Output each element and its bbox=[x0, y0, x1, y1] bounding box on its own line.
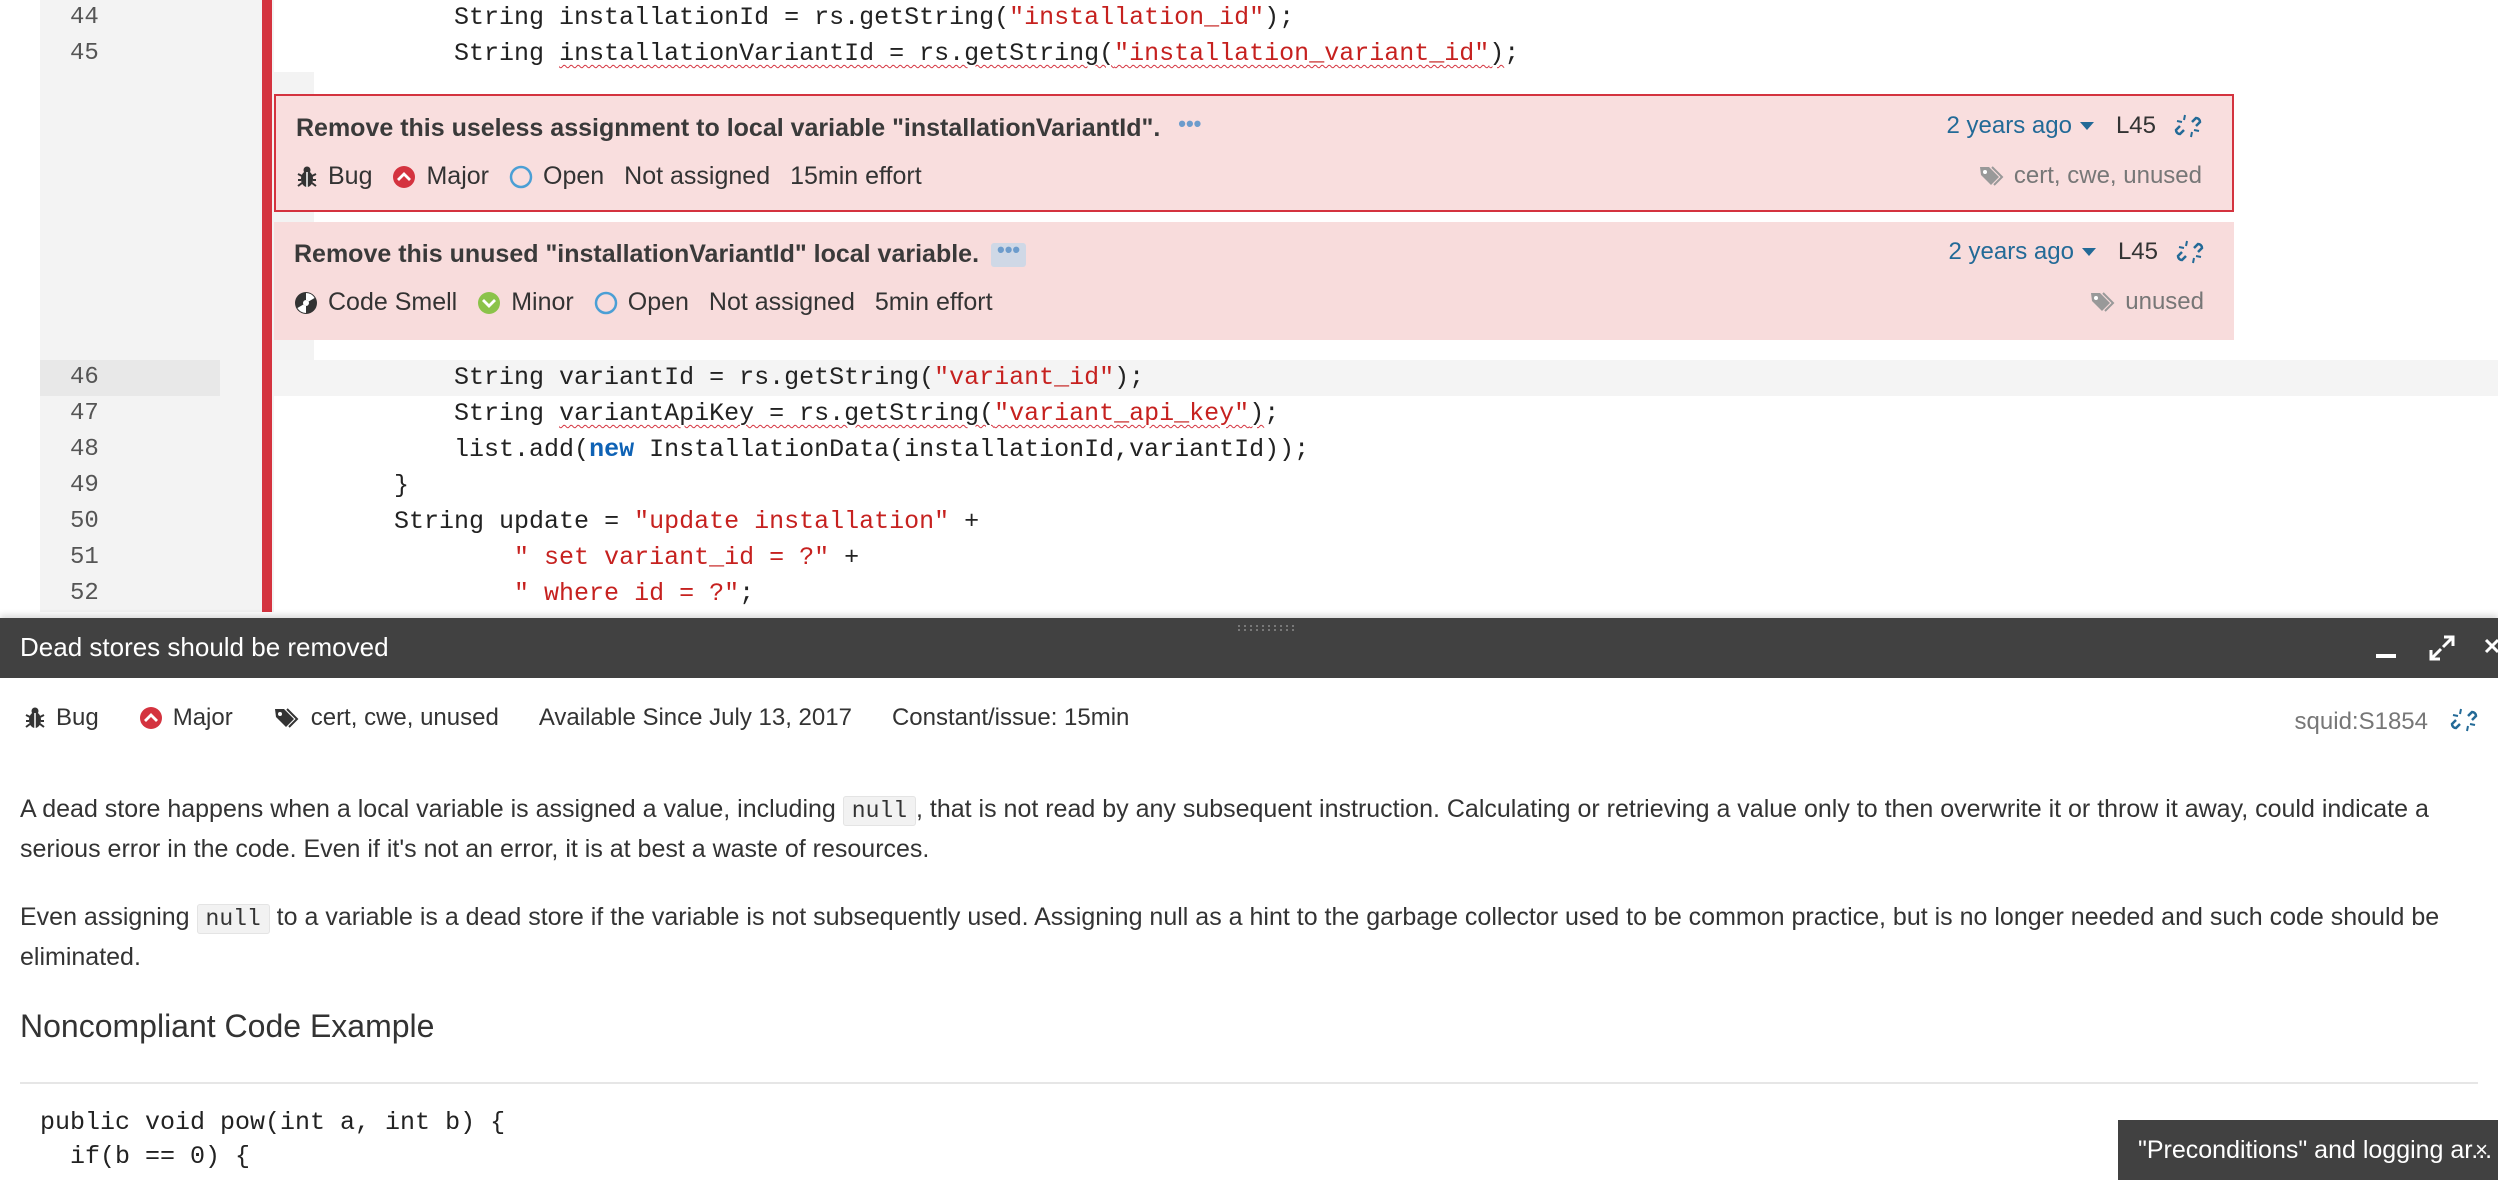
panel-title: Dead stores should be removed bbox=[20, 632, 389, 662]
issue-line-ref: L45 bbox=[2117, 238, 2158, 265]
issue-line-ref: L45 bbox=[2115, 112, 2156, 139]
toast-close-icon[interactable]: × bbox=[2475, 1120, 2488, 1180]
code-text: " where id = ?"; bbox=[274, 576, 2498, 612]
major-severity-icon bbox=[393, 165, 416, 188]
issue-severity[interactable]: Minor bbox=[477, 288, 574, 317]
issue-meta: Bug Major Open Not assigned 15min effort bbox=[296, 162, 942, 191]
panel-header: Dead stores should be removed bbox=[0, 618, 2498, 678]
issue-severity[interactable]: Major bbox=[392, 162, 489, 191]
code-text: " set variant_id = ?" + bbox=[274, 540, 2498, 576]
issue-assignee[interactable]: Not assigned bbox=[624, 162, 770, 191]
link-icon[interactable] bbox=[2450, 706, 2478, 734]
issue-age-dropdown[interactable]: 2 years ago bbox=[1949, 238, 2096, 266]
issue-effort[interactable]: 5min effort bbox=[875, 288, 993, 317]
tag-icon bbox=[274, 708, 299, 728]
code-line: 50 String update = "update installation"… bbox=[40, 504, 2498, 540]
link-icon[interactable] bbox=[2176, 238, 2204, 266]
code-smell-icon bbox=[295, 291, 317, 314]
code-text: String installationId = rs.getString("in… bbox=[274, 0, 2498, 36]
issues-area: Remove this useless assignment to local … bbox=[40, 72, 2498, 360]
rule-tags: cert, cwe, unused bbox=[273, 704, 499, 732]
issue-age-dropdown[interactable]: 2 years ago bbox=[1947, 112, 2094, 140]
major-severity-icon bbox=[139, 707, 162, 729]
example-code-line: public void pow(int a, int b) { bbox=[40, 1108, 506, 1137]
bug-icon bbox=[297, 166, 317, 187]
line-number[interactable]: 48 bbox=[40, 432, 220, 468]
issue-tags[interactable]: cert, cwe, unused bbox=[1978, 162, 2202, 190]
issue-status[interactable]: Open bbox=[594, 288, 689, 317]
line-number[interactable]: 44 bbox=[40, 0, 220, 36]
code-text: String installationVariantId = rs.getStr… bbox=[274, 36, 2498, 72]
open-status-icon bbox=[594, 291, 617, 314]
open-status-icon bbox=[509, 165, 533, 188]
code-text: String update = "update installation" + bbox=[274, 504, 2498, 540]
noncompliant-heading: Noncompliant Code Example bbox=[20, 1008, 435, 1044]
issue-assignee[interactable]: Not assigned bbox=[709, 288, 855, 317]
toast-notification[interactable]: "Preconditions" and logging ar... × bbox=[2118, 1120, 2498, 1180]
issue-meta: Code Smell Minor Open Not assigned 5min … bbox=[294, 288, 1013, 317]
line-number[interactable]: 51 bbox=[40, 540, 220, 576]
rule-type: Bug bbox=[24, 704, 99, 732]
issue-type[interactable]: Bug bbox=[296, 162, 372, 191]
rule-details-panel: Dead stores should be removed Bug Major … bbox=[0, 618, 2498, 1180]
example-code-line: if(b == 0) { bbox=[40, 1142, 251, 1171]
rule-description-paragraph: A dead store happens when a local variab… bbox=[20, 795, 2429, 863]
line-number[interactable]: 52 bbox=[40, 576, 220, 612]
code-text: String variantApiKey = rs.getString("var… bbox=[274, 396, 2498, 432]
issue-status[interactable]: Open bbox=[509, 162, 604, 191]
issue-tags[interactable]: unused bbox=[2089, 288, 2204, 316]
tag-icon bbox=[1979, 166, 2004, 186]
toast-text: "Preconditions" and logging ar... bbox=[2138, 1136, 2493, 1164]
caret-down-icon bbox=[2081, 248, 2096, 256]
code-text: } bbox=[274, 468, 2498, 504]
rule-key: squid:S1854 bbox=[2294, 708, 2428, 735]
tag-icon bbox=[2091, 292, 2115, 312]
rule-description-paragraph: Even assigning null to a variable is a d… bbox=[20, 903, 2440, 971]
code-text: list.add(new InstallationData(installati… bbox=[274, 432, 2498, 468]
line-number[interactable]: 46 bbox=[40, 360, 220, 396]
code-line: 49 } bbox=[40, 468, 2498, 504]
caret-down-icon bbox=[2079, 122, 2094, 130]
code-line: 44 String installationId = rs.getString(… bbox=[40, 0, 2498, 36]
minimize-icon[interactable] bbox=[2372, 634, 2400, 662]
close-icon[interactable] bbox=[2484, 634, 2498, 662]
issue-right: 2 years ago L45 bbox=[1949, 238, 2204, 266]
line-number[interactable]: 49 bbox=[40, 468, 220, 504]
rule-available-since: Available Since July 13, 2017 bbox=[538, 704, 852, 731]
code-line: 47 2 String variantApiKey = rs.getString… bbox=[40, 394, 2498, 432]
code-line: 52 " where id = ?"; bbox=[40, 576, 2498, 612]
rule-remediation: Constant/issue: 15min bbox=[891, 704, 1130, 731]
rule-severity: Major bbox=[139, 704, 233, 732]
issue-message[interactable]: Remove this useless assignment to local … bbox=[296, 113, 1207, 143]
issue-type[interactable]: Code Smell bbox=[294, 288, 457, 317]
code-line: 51 " set variant_id = ?" + bbox=[40, 540, 2498, 576]
code-line: 45 2 String installationVariantId = rs.g… bbox=[40, 34, 2498, 72]
issue-useless-assignment[interactable]: Remove this useless assignment to local … bbox=[274, 94, 2234, 212]
line-number[interactable]: 45 bbox=[40, 36, 220, 72]
issue-right: 2 years ago L45 bbox=[1947, 112, 2202, 140]
code-text: String variantId = rs.getString("variant… bbox=[274, 360, 2498, 396]
minor-severity-icon bbox=[478, 291, 501, 314]
more-button[interactable]: ••• bbox=[991, 239, 1027, 268]
more-button[interactable]: ••• bbox=[1172, 113, 1207, 141]
issue-unused-variable[interactable]: Remove this unused "installationVariantI… bbox=[274, 222, 2234, 340]
resize-handle[interactable] bbox=[1236, 624, 1298, 632]
line-number[interactable]: 47 bbox=[40, 396, 220, 432]
issue-effort[interactable]: 15min effort bbox=[790, 162, 922, 191]
link-icon[interactable] bbox=[2174, 112, 2202, 140]
code-left-strip bbox=[0, 0, 40, 618]
bug-icon bbox=[25, 707, 45, 728]
code-line: 46 String variantId = rs.getString("vari… bbox=[40, 360, 2498, 396]
panel-controls bbox=[2372, 634, 2498, 662]
code-viewer: 44 String installationId = rs.getString(… bbox=[0, 0, 2498, 618]
divider bbox=[20, 1082, 2478, 1084]
maximize-icon[interactable] bbox=[2428, 634, 2456, 662]
rule-meta: Bug Major cert, cwe, unused Available Si… bbox=[24, 704, 1169, 732]
issue-message[interactable]: Remove this unused "installationVariantI… bbox=[294, 239, 1027, 269]
code-line: 48 list.add(new InstallationData(install… bbox=[40, 432, 2498, 468]
line-number[interactable]: 50 bbox=[40, 504, 220, 540]
